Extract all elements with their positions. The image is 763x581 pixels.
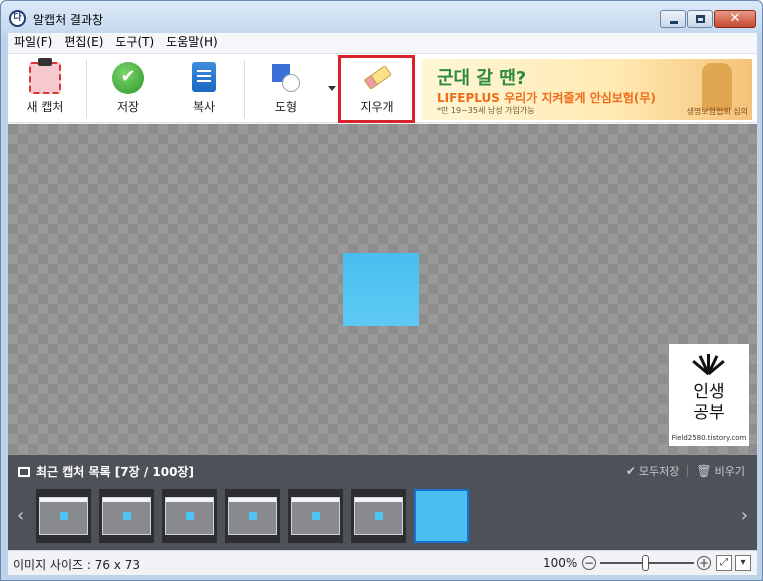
capture-icon: [29, 58, 61, 94]
thumbnail[interactable]: [36, 489, 91, 543]
shape-icon: [270, 62, 302, 94]
image-size-text: 이미지 사이즈 : 76 x 73: [13, 558, 140, 572]
plant-logo-icon: [692, 352, 725, 376]
watermark-url: Field2580.tistory.com: [671, 434, 747, 442]
maximize-button[interactable]: [687, 10, 713, 28]
shape-label: 도형: [274, 100, 298, 114]
watermark: 인생 공부 Field2580.tistory.com: [669, 344, 749, 446]
ad-brand: 생명보험협회 심의: [686, 107, 748, 116]
shape-dropdown-arrow-icon[interactable]: [328, 86, 336, 91]
clear-button[interactable]: 🗑 비우기: [696, 463, 745, 479]
toolbar-divider: [86, 60, 87, 118]
recent-header: 최근 캡처 목록 [7장 / 100장]: [18, 463, 194, 480]
maximize-icon: [696, 15, 705, 23]
watermark-line2: 공부: [693, 403, 725, 423]
check-icon: ✔: [112, 62, 144, 94]
next-arrow-icon[interactable]: ›: [741, 505, 748, 526]
new-capture-button[interactable]: 새 캡처: [8, 54, 82, 122]
menu-tools[interactable]: 도구(T): [109, 33, 160, 53]
save-all-button[interactable]: ✔ 모두저장: [626, 463, 680, 479]
app-icon: 다: [9, 10, 26, 27]
save-label: 저장: [116, 100, 140, 114]
watermark-text: 인생 공부: [669, 382, 749, 424]
image-canvas[interactable]: 인생 공부 Field2580.tistory.com: [8, 124, 757, 455]
watermark-line1: 인생: [693, 382, 725, 402]
menu-edit[interactable]: 편집(E): [58, 33, 109, 53]
zoom-dropdown-icon[interactable]: ▾: [735, 555, 751, 571]
close-icon: ✕: [729, 11, 741, 26]
menu-file[interactable]: 파일(F): [8, 33, 58, 53]
recent-title: 최근 캡처 목록 [7장 / 100장]: [36, 465, 194, 479]
new-capture-label: 새 캡처: [26, 100, 64, 114]
menu-bar: 파일(F) 편집(E) 도구(T) 도움말(H): [8, 33, 757, 53]
minimize-button[interactable]: [660, 10, 686, 28]
status-bar: 이미지 사이즈 : 76 x 73 100% − + ⤢ ▾: [8, 550, 757, 575]
recent-list-icon: [18, 466, 30, 477]
copy-label: 복사: [192, 100, 216, 114]
ad-banner[interactable]: 군대 갈 땐? LIFEPLUS 우리가 지켜줄게 안심보험(무) *만 19~…: [421, 59, 752, 120]
thumbnail[interactable]: [288, 489, 343, 543]
zoom-level: 100%: [543, 556, 578, 570]
close-button[interactable]: ✕: [714, 10, 756, 28]
thumbnail[interactable]: [225, 489, 280, 543]
captured-image[interactable]: [343, 253, 419, 326]
eraser-highlight-box: [338, 55, 415, 123]
trash-icon: 🗑: [696, 464, 712, 478]
copy-icon: [192, 62, 216, 92]
prev-arrow-icon[interactable]: ‹: [17, 505, 24, 526]
minimize-icon: [670, 21, 678, 24]
thumbnail[interactable]: [99, 489, 154, 543]
ad-subtitle: LIFEPLUS 우리가 지켜줄게 안심보험(무): [437, 91, 656, 105]
save-button[interactable]: ✔ 저장: [92, 54, 164, 122]
thumbnail[interactable]: [162, 489, 217, 543]
thumbnail[interactable]: [351, 489, 406, 543]
ad-title: 군대 갈 땐?: [437, 68, 527, 89]
soldier-image: [702, 63, 732, 111]
ad-note: *만 19~35세 남성 가입가능: [437, 106, 535, 115]
zoom-in-icon[interactable]: +: [697, 556, 711, 570]
window-title: 알캡처 결과창: [33, 13, 104, 27]
window-controls: ✕: [659, 10, 756, 28]
toolbar: 새 캡처 ✔ 저장 복사 도형 지우개 군대 갈 땐? LIFEPLUS 우리가…: [8, 53, 757, 123]
thumbnail-selected[interactable]: [414, 489, 469, 543]
result-window: 다 알캡처 결과창 ✕ 파일(F) 편집(E) 도구(T) 도움말(H) 새 캡…: [0, 0, 763, 581]
menu-help[interactable]: 도움말(H): [160, 33, 224, 53]
client-area: 파일(F) 편집(E) 도구(T) 도움말(H) 새 캡처 ✔ 저장 복사 도형: [8, 33, 757, 575]
clear-label: 비우기: [714, 465, 745, 478]
recent-actions: ✔ 모두저장 🗑 비우기: [626, 463, 745, 479]
action-divider: [687, 465, 689, 477]
zoom-out-icon[interactable]: −: [582, 556, 596, 570]
fit-to-window-icon[interactable]: ⤢: [716, 555, 732, 571]
recent-captures-panel: 최근 캡처 목록 [7장 / 100장] ✔ 모두저장 🗑 비우기 ‹ ›: [8, 455, 757, 550]
title-bar[interactable]: 다 알캡처 결과창 ✕: [1, 1, 762, 33]
toolbar-divider: [244, 60, 245, 118]
copy-button[interactable]: 복사: [168, 54, 240, 122]
shape-button[interactable]: 도형: [250, 54, 322, 122]
zoom-slider-handle[interactable]: [642, 555, 649, 571]
save-all-label: 모두저장: [638, 465, 680, 478]
check-icon: ✔: [625, 464, 636, 478]
